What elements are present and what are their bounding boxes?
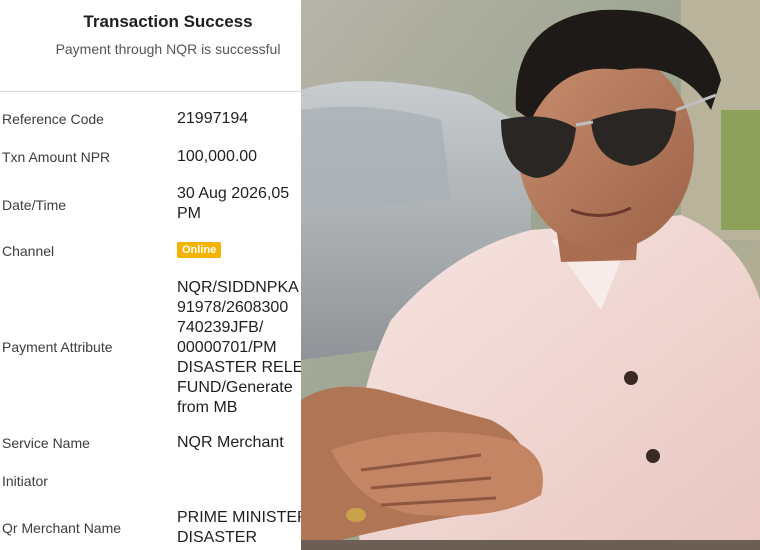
txn-amount-label: Txn Amount NPR [2,149,111,165]
receipt-header: Transaction Success Payment through NQR … [0,0,301,92]
channel-label: Channel [2,243,55,259]
reference-code-label: Reference Code [2,111,104,127]
person-photo [301,0,760,550]
date-time-value: 30 Aug 2026,05 PM [177,185,290,222]
receipt-subtitle: Payment through NQR is successful [55,41,281,57]
reference-code-value: 21997194 [177,110,249,127]
qr-merchant-name-label: Qr Merchant Name [2,520,122,536]
date-time-label: Date/Time [2,197,67,213]
txn-amount-value: 100,000.00 [177,148,258,165]
receipt-title: Transaction Success [83,12,253,31]
person-photo-illustration [301,0,760,550]
transaction-receipt: Transaction Success Payment through NQR … [0,0,301,550]
payment-attribute-value: NQR/SIDDNPKA 91978/2608300 740239JFB/ 00… [177,279,301,416]
initiator-label: Initiator [2,473,48,489]
payment-attribute-label: Payment Attribute [2,339,113,355]
channel-badge: Online [177,242,222,258]
service-name-value: NQR Merchant [177,434,284,451]
service-name-label: Service Name [2,435,90,451]
qr-merchant-name-value: PRIME MINISTER DISASTER [177,509,301,546]
